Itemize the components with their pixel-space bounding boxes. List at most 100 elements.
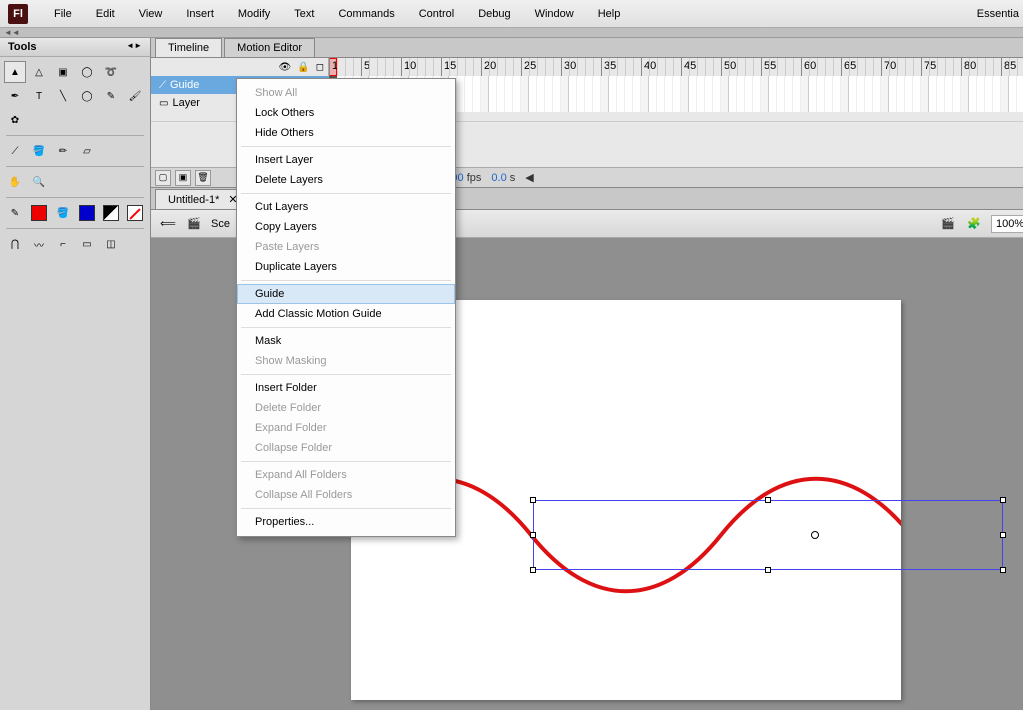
brush-icon: 🖌 bbox=[129, 91, 142, 102]
tab-timeline[interactable]: Timeline bbox=[155, 38, 222, 57]
context-menu-item[interactable]: Hide Others bbox=[237, 123, 455, 143]
tab-motion-editor[interactable]: Motion Editor bbox=[224, 38, 315, 57]
line-icon: ╲ bbox=[60, 91, 66, 102]
magnifier-icon: 🔍 bbox=[33, 177, 45, 188]
handle-tl[interactable] bbox=[530, 497, 536, 503]
line-tool[interactable]: ╲ bbox=[52, 85, 74, 107]
text-icon: T bbox=[36, 91, 42, 102]
paint-bucket-tool[interactable]: 🪣 bbox=[28, 140, 50, 162]
free-transform-tool[interactable]: ▣ bbox=[52, 61, 74, 83]
context-menu-item[interactable]: Delete Layers bbox=[237, 170, 455, 190]
smooth-icon: 〰 bbox=[34, 237, 44, 252]
snap-option[interactable]: ⋂ bbox=[4, 233, 26, 255]
menu-control[interactable]: Control bbox=[407, 8, 466, 20]
tools-panel: Tools ◄► ▲ △ ▣ ◯ ➰ ✒ T ╲ ◯ ✎ 🖌 ✿ bbox=[0, 38, 151, 710]
zoom-tool[interactable]: 🔍 bbox=[28, 171, 50, 193]
straighten-option[interactable]: ⌐ bbox=[52, 233, 74, 255]
context-menu-item[interactable]: Cut Layers bbox=[237, 197, 455, 217]
context-menu-item: Show Masking bbox=[237, 351, 455, 371]
menu-commands[interactable]: Commands bbox=[326, 8, 406, 20]
outline-icon[interactable]: ◻ bbox=[316, 62, 324, 73]
menu-insert[interactable]: Insert bbox=[174, 8, 226, 20]
delete-layer-button[interactable]: 🗑 bbox=[195, 170, 211, 186]
lasso-tool[interactable]: ➰ bbox=[100, 61, 122, 83]
handle-tr[interactable] bbox=[1000, 497, 1006, 503]
handle-bm[interactable] bbox=[765, 567, 771, 573]
workspace-picker[interactable]: Essentia bbox=[965, 8, 1023, 20]
stroke-swatch[interactable] bbox=[28, 202, 50, 224]
none-swatch[interactable] bbox=[124, 202, 146, 224]
context-menu-item[interactable]: Guide bbox=[237, 284, 455, 304]
pencil-tool[interactable]: ✎ bbox=[100, 85, 122, 107]
lock-icon[interactable]: 🔒 bbox=[297, 62, 309, 73]
handle-br[interactable] bbox=[1000, 567, 1006, 573]
transform-origin[interactable] bbox=[811, 531, 819, 539]
handle-bl[interactable] bbox=[530, 567, 536, 573]
scroll-left-icon[interactable]: ◀ bbox=[525, 171, 533, 184]
time-value: 0.0 bbox=[491, 172, 506, 184]
menu-window[interactable]: Window bbox=[523, 8, 586, 20]
context-menu-item[interactable]: Mask bbox=[237, 331, 455, 351]
fill-color[interactable]: 🪣 bbox=[52, 202, 74, 224]
fill-swatch[interactable] bbox=[76, 202, 98, 224]
menu-edit[interactable]: Edit bbox=[84, 8, 127, 20]
edit-scene-button[interactable]: 🎬 bbox=[939, 215, 957, 233]
bucket-icon: 🪣 bbox=[33, 146, 45, 157]
hand-tool[interactable]: ✋ bbox=[4, 171, 26, 193]
bw-swatch-icon bbox=[103, 205, 119, 221]
eye-icon[interactable]: 👁 bbox=[279, 62, 292, 73]
text-tool[interactable]: T bbox=[28, 85, 50, 107]
back-button[interactable]: ⟸ bbox=[159, 215, 177, 233]
layer-column-header: 👁 🔒 ◻ bbox=[151, 58, 329, 76]
option-4[interactable]: ▭ bbox=[76, 233, 98, 255]
new-layer-button[interactable]: ▢ bbox=[155, 170, 171, 186]
edit-symbol-button[interactable]: 🧩 bbox=[965, 215, 983, 233]
3d-rotation-tool[interactable]: ◯ bbox=[76, 61, 98, 83]
new-folder-button[interactable]: ▣ bbox=[175, 170, 191, 186]
brush-tool[interactable]: 🖌 bbox=[124, 85, 146, 107]
context-menu-item[interactable]: Copy Layers bbox=[237, 217, 455, 237]
menu-file[interactable]: File bbox=[42, 8, 84, 20]
selection-tool[interactable]: ▲ bbox=[4, 61, 26, 83]
context-menu-item[interactable]: Insert Layer bbox=[237, 150, 455, 170]
zoom-input[interactable] bbox=[991, 215, 1023, 233]
handle-mr[interactable] bbox=[1000, 532, 1006, 538]
subselection-tool[interactable]: △ bbox=[28, 61, 50, 83]
context-menu-item[interactable]: Insert Folder bbox=[237, 378, 455, 398]
menu-view[interactable]: View bbox=[127, 8, 175, 20]
bw-swatch[interactable] bbox=[100, 202, 122, 224]
deco-tool[interactable]: ✿ bbox=[4, 109, 26, 131]
context-menu-item[interactable]: Lock Others bbox=[237, 103, 455, 123]
bone-tool[interactable]: ⟋ bbox=[4, 140, 26, 162]
context-menu-item[interactable]: Add Classic Motion Guide bbox=[237, 304, 455, 324]
pen-tool[interactable]: ✒ bbox=[4, 85, 26, 107]
app-logo: Fl bbox=[8, 4, 28, 24]
handle-tm[interactable] bbox=[765, 497, 771, 503]
selection-bounds[interactable] bbox=[533, 500, 1003, 570]
bone-icon: ⟋ bbox=[12, 146, 19, 157]
smooth-option[interactable]: 〰 bbox=[28, 233, 50, 255]
menu-modify[interactable]: Modify bbox=[226, 8, 282, 20]
eraser-tool[interactable]: ▱ bbox=[76, 140, 98, 162]
layer-context-menu: Show AllLock OthersHide OthersInsert Lay… bbox=[236, 78, 456, 537]
oval-tool[interactable]: ◯ bbox=[76, 85, 98, 107]
option-5[interactable]: ◫ bbox=[100, 233, 122, 255]
handle-ml[interactable] bbox=[530, 532, 536, 538]
layer-name: Layer bbox=[172, 97, 200, 109]
rotate3d-icon: ◯ bbox=[81, 67, 92, 78]
stroke-color[interactable]: ✎ bbox=[4, 202, 26, 224]
collapse-strip[interactable]: ◄◄ bbox=[0, 28, 1023, 38]
tools-title: Tools bbox=[8, 41, 37, 53]
timeline-ruler[interactable]: 1510152025303540455055606570758085 bbox=[329, 58, 1023, 76]
scene-icon: 🎬 bbox=[185, 215, 203, 233]
context-menu-item[interactable]: Duplicate Layers bbox=[237, 257, 455, 277]
menu-text[interactable]: Text bbox=[282, 8, 326, 20]
menu-debug[interactable]: Debug bbox=[466, 8, 522, 20]
menu-help[interactable]: Help bbox=[586, 8, 633, 20]
eyedropper-tool[interactable]: ✏ bbox=[52, 140, 74, 162]
bucket-fill-icon: 🪣 bbox=[57, 208, 69, 219]
context-menu-item: Collapse All Folders bbox=[237, 485, 455, 505]
tools-header[interactable]: Tools ◄► bbox=[0, 38, 150, 57]
context-menu-item[interactable]: Properties... bbox=[237, 512, 455, 532]
context-menu-item: Expand All Folders bbox=[237, 465, 455, 485]
